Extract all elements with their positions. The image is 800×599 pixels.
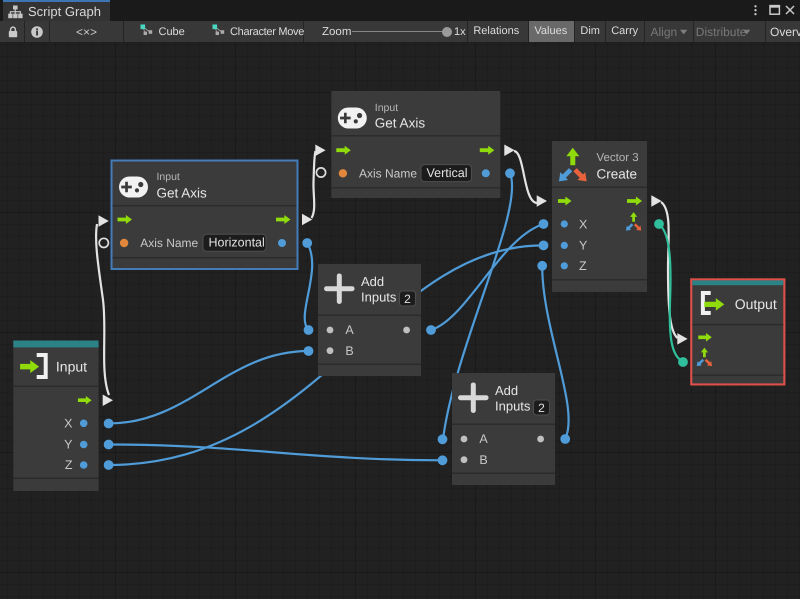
svg-text:B: B [345,344,353,358]
svg-text:X: X [64,416,73,430]
svg-text:X: X [579,217,588,231]
svg-text:Input: Input [56,359,87,375]
svg-text:Axis Name: Axis Name [359,167,417,181]
svg-text:Axis Name: Axis Name [140,236,198,250]
svg-text:2: 2 [538,401,545,415]
svg-text:Z: Z [579,259,587,273]
svg-text:Z: Z [65,458,73,472]
svg-text:B: B [479,453,487,467]
svg-text:A: A [479,432,488,446]
svg-text:Inputs: Inputs [361,290,397,305]
svg-text:Vertical: Vertical [427,166,468,180]
svg-text:Output: Output [735,296,777,312]
svg-text:Get Axis: Get Axis [157,186,208,201]
svg-text:Y: Y [64,438,73,452]
svg-text:Add: Add [495,383,518,398]
svg-text:Input: Input [157,171,180,183]
svg-text:Y: Y [579,239,588,253]
svg-text:Horizontal: Horizontal [209,236,265,250]
svg-text:Get Axis: Get Axis [375,116,426,131]
svg-text:Create: Create [597,167,638,182]
svg-text:A: A [345,323,354,337]
svg-text:Add: Add [361,274,384,289]
svg-text:2: 2 [404,292,411,306]
svg-text:Vector 3: Vector 3 [597,152,639,164]
svg-text:Input: Input [375,102,398,114]
svg-text:Inputs: Inputs [495,399,531,414]
